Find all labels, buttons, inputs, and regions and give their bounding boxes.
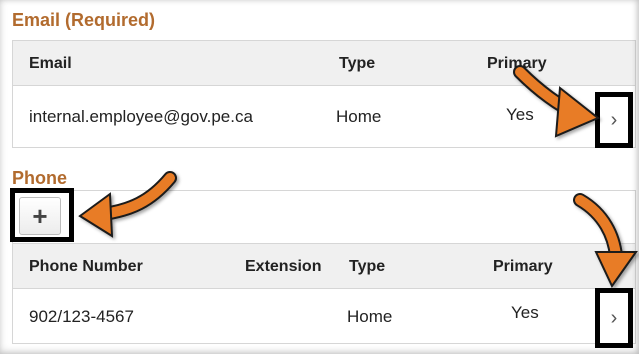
arrow-to-phone-detail-icon: [573, 193, 638, 288]
contact-details-panel: Email (Required) Email Type Primary inte…: [0, 0, 639, 354]
callout-arrows: [78, 65, 638, 288]
arrow-to-email-detail-icon: [513, 65, 600, 138]
arrow-to-add-button-icon: [78, 171, 177, 238]
